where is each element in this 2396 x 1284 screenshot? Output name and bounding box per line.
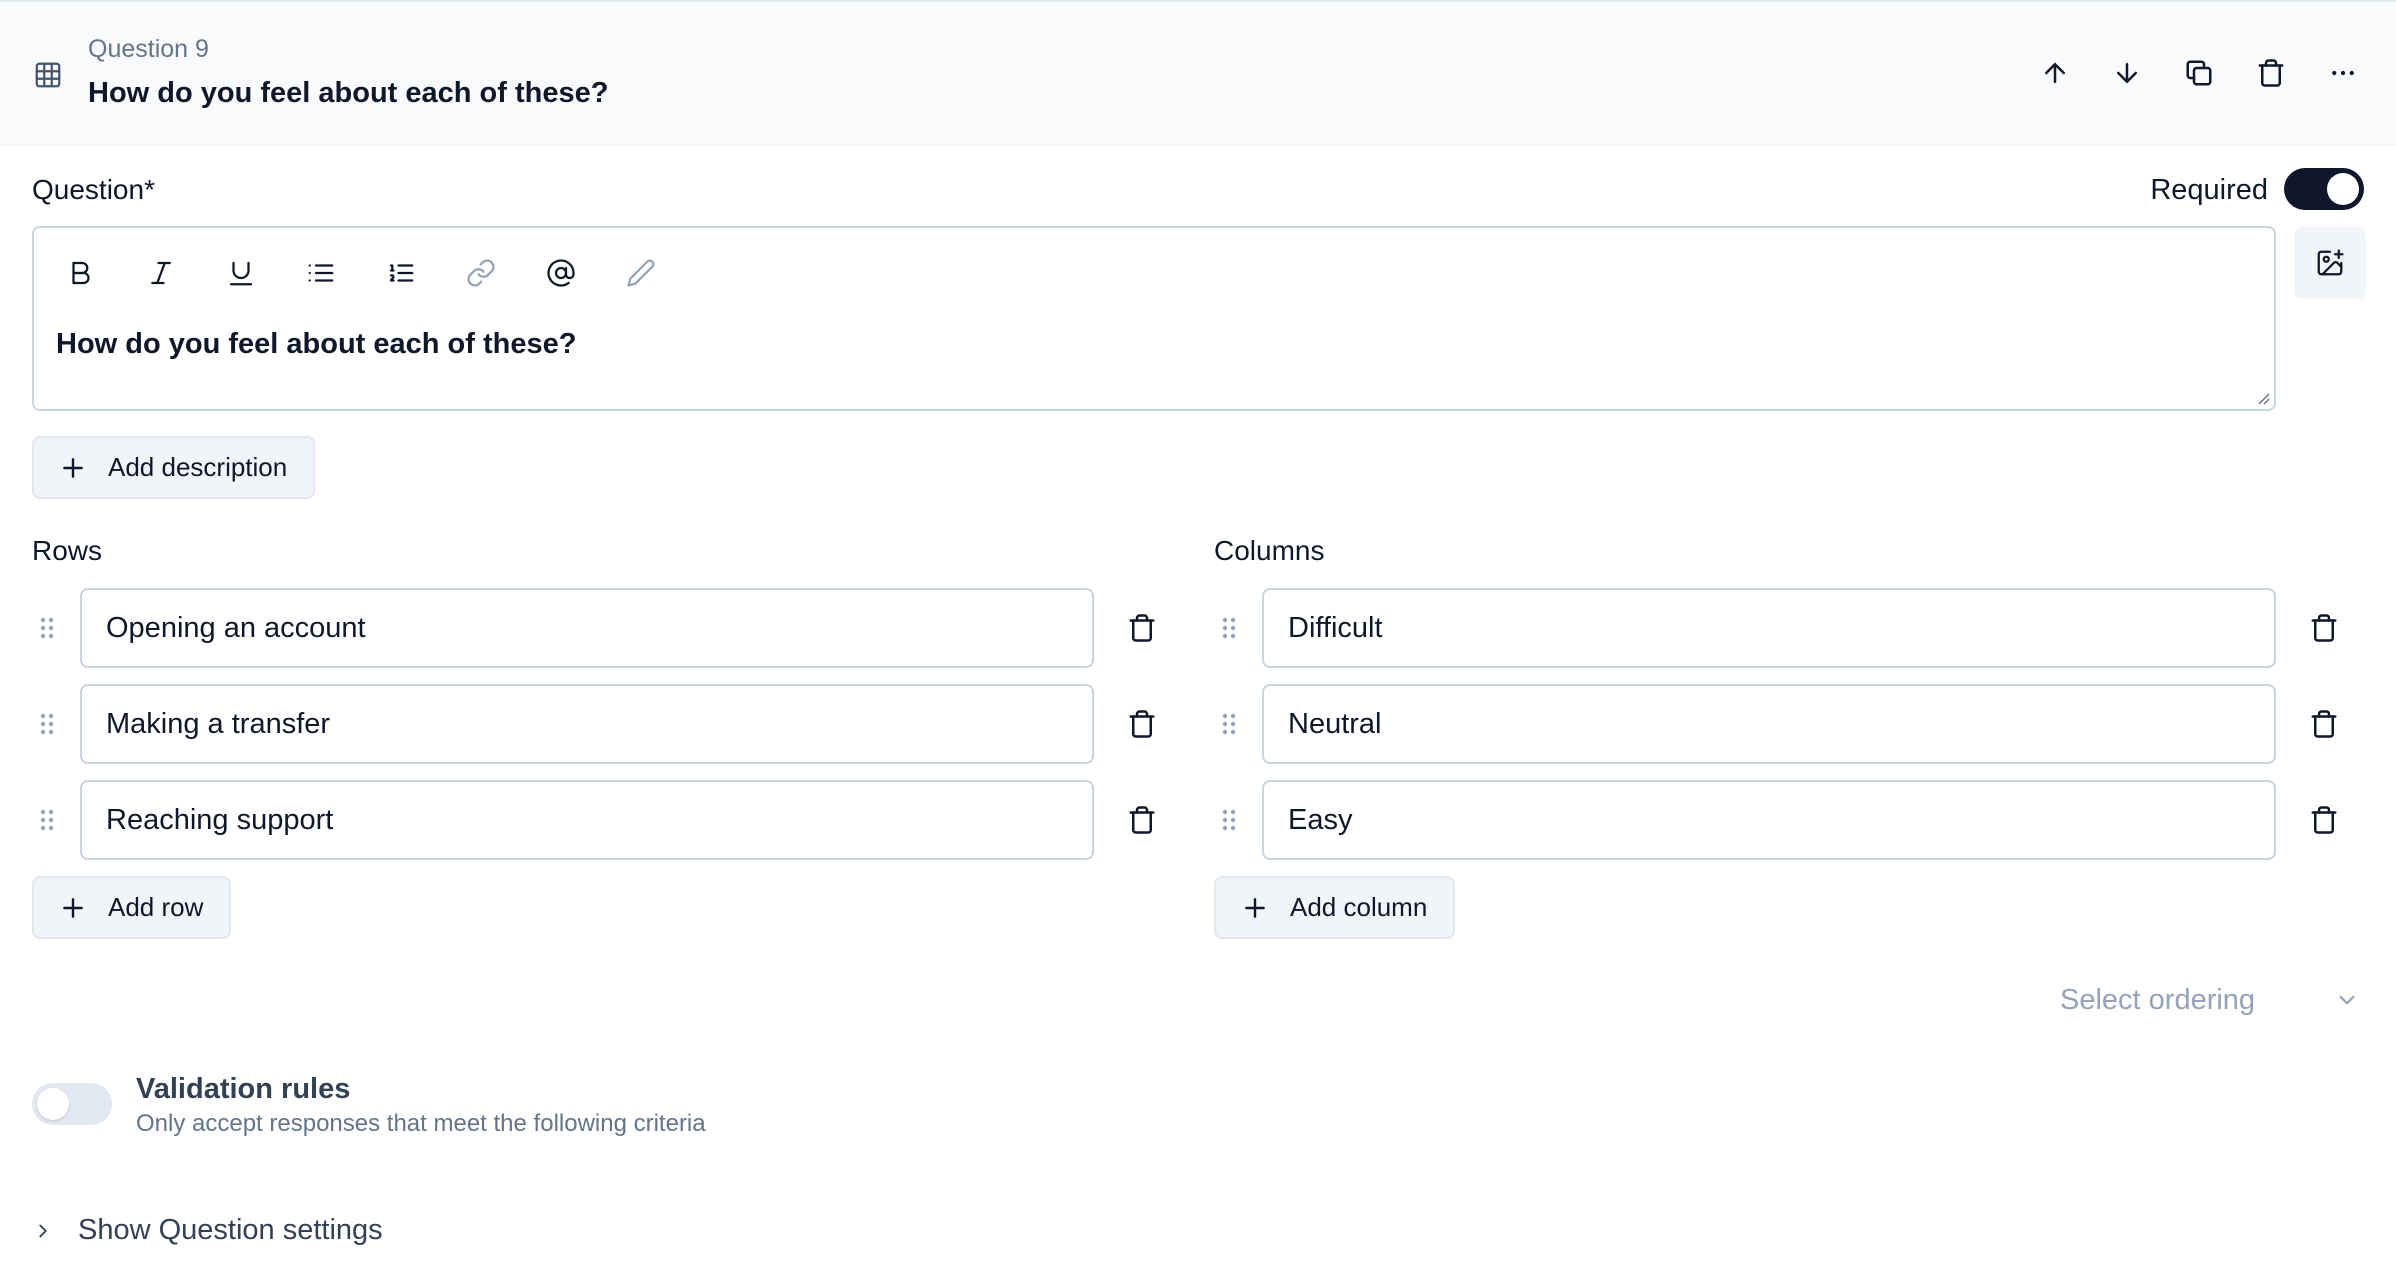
- delete-question-button[interactable]: [2248, 50, 2294, 96]
- column-input[interactable]: [1262, 684, 2276, 764]
- chevron-right-icon: [32, 1220, 54, 1242]
- bullet-list-icon: [306, 258, 336, 288]
- move-up-button[interactable]: [2032, 50, 2078, 96]
- trash-icon: [2256, 58, 2286, 88]
- bold-icon: [66, 258, 96, 288]
- pencil-icon: [626, 258, 656, 288]
- show-settings-toggle[interactable]: Show Question settings: [32, 1214, 383, 1247]
- copy-icon: [2184, 58, 2214, 88]
- row-input[interactable]: [80, 588, 1094, 668]
- add-row-button[interactable]: Add row: [32, 876, 232, 939]
- question-number: Question 9: [88, 35, 209, 63]
- question-label: Question*: [32, 174, 155, 205]
- delete-row-button[interactable]: [1119, 605, 1165, 651]
- more-options-button[interactable]: [2320, 50, 2366, 96]
- arrow-up-icon: [2040, 58, 2070, 88]
- ordering-placeholder: Select ordering: [2060, 983, 2256, 1016]
- delete-column-button[interactable]: [2301, 701, 2347, 747]
- numbered-list-button[interactable]: [378, 250, 424, 296]
- required-toggle[interactable]: [2284, 168, 2364, 210]
- image-add-icon: [2315, 248, 2345, 278]
- move-down-button[interactable]: [2104, 50, 2150, 96]
- trash-icon: [1127, 613, 1157, 643]
- mention-button[interactable]: [538, 250, 584, 296]
- trash-icon: [1127, 805, 1157, 835]
- drag-handle-icon[interactable]: [32, 780, 62, 860]
- row-input[interactable]: [80, 684, 1094, 764]
- add-column-label: Add column: [1290, 892, 1428, 922]
- editor-toolbar: [58, 250, 664, 296]
- underline-button[interactable]: [218, 250, 264, 296]
- validation-title: Validation rules: [136, 1073, 351, 1105]
- row-input[interactable]: [80, 780, 1094, 860]
- trash-icon: [2309, 805, 2339, 835]
- drag-handle-icon[interactable]: [1214, 588, 1244, 668]
- plus-icon: [1242, 895, 1268, 921]
- add-image-button[interactable]: [2294, 227, 2366, 299]
- plus-icon: [60, 455, 86, 481]
- chevron-down-icon: [2334, 987, 2360, 1013]
- question-editor[interactable]: How do you feel about each of these?: [32, 226, 2276, 411]
- required-label: Required: [2150, 174, 2268, 206]
- question-actions: [2032, 50, 2366, 96]
- column-item: [1214, 588, 2347, 668]
- add-column-button[interactable]: Add column: [1214, 876, 1456, 939]
- add-description-label: Add description: [108, 452, 288, 482]
- numbered-list-icon: [386, 258, 416, 288]
- rows-label: Rows: [32, 535, 103, 566]
- delete-row-button[interactable]: [1119, 701, 1165, 747]
- delete-row-button[interactable]: [1119, 797, 1165, 843]
- italic-button[interactable]: [138, 250, 184, 296]
- underline-icon: [226, 258, 256, 288]
- column-input[interactable]: [1262, 780, 2276, 860]
- trash-icon: [1127, 709, 1157, 739]
- question-header-title: How do you feel about each of these?: [88, 77, 609, 109]
- pencil-button[interactable]: [618, 250, 664, 296]
- toggle-knob: [37, 1088, 69, 1120]
- validation-toggle[interactable]: [32, 1083, 112, 1125]
- ordering-select[interactable]: Select ordering: [2060, 978, 2360, 1022]
- show-settings-label: Show Question settings: [78, 1214, 383, 1246]
- link-button[interactable]: [458, 250, 504, 296]
- toggle-knob: [2327, 173, 2359, 205]
- drag-handle-icon[interactable]: [1214, 684, 1244, 764]
- italic-icon: [146, 258, 176, 288]
- column-item: [1214, 684, 2347, 764]
- more-horizontal-icon: [2328, 58, 2358, 88]
- add-row-label: Add row: [108, 892, 204, 922]
- add-description-button[interactable]: Add description: [32, 436, 316, 499]
- validation-subtitle: Only accept responses that meet the foll…: [136, 1110, 706, 1137]
- column-input[interactable]: [1262, 588, 2276, 668]
- question-header: Question 9 How do you feel about each of…: [0, 0, 2396, 146]
- question-text[interactable]: How do you feel about each of these?: [56, 328, 576, 361]
- row-item: [32, 780, 1165, 860]
- bold-button[interactable]: [58, 250, 104, 296]
- bullet-list-button[interactable]: [298, 250, 344, 296]
- column-item: [1214, 780, 2347, 860]
- delete-column-button[interactable]: [2301, 605, 2347, 651]
- table-grid-icon: [33, 60, 63, 90]
- trash-icon: [2309, 709, 2339, 739]
- columns-label: Columns: [1214, 535, 1325, 566]
- drag-handle-icon[interactable]: [32, 588, 62, 668]
- trash-icon: [2309, 613, 2339, 643]
- drag-handle-icon[interactable]: [32, 684, 62, 764]
- resize-handle-icon[interactable]: [2256, 391, 2270, 405]
- arrow-down-icon: [2112, 58, 2142, 88]
- link-icon: [466, 258, 496, 288]
- drag-handle-icon[interactable]: [1214, 780, 1244, 860]
- row-item: [32, 684, 1165, 764]
- plus-icon: [60, 895, 86, 921]
- delete-column-button[interactable]: [2301, 797, 2347, 843]
- duplicate-button[interactable]: [2176, 50, 2222, 96]
- mention-icon: [546, 258, 576, 288]
- row-item: [32, 588, 1165, 668]
